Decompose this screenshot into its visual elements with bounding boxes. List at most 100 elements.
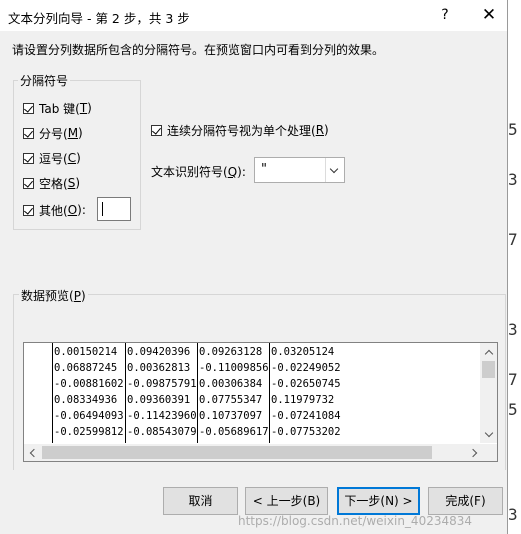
mnemonic: M bbox=[67, 126, 79, 140]
mnemonic: C bbox=[67, 151, 77, 165]
checkbox-box[interactable] bbox=[23, 102, 34, 114]
scroll-thumb[interactable] bbox=[42, 446, 432, 459]
mnemonic: Q bbox=[227, 165, 238, 179]
scroll-thumb[interactable] bbox=[482, 361, 495, 378]
help-icon[interactable]: ? bbox=[434, 4, 456, 26]
scroll-left-icon[interactable] bbox=[24, 444, 41, 461]
preview-cell: 0.07755347 bbox=[199, 394, 263, 406]
checkbox-label-suffix: ): bbox=[77, 203, 86, 217]
other-checkbox[interactable]: 其他(O): bbox=[23, 202, 86, 218]
preview-grid: 0.00150214 0.09420396 0.09263128 0.03205124… bbox=[24, 343, 483, 443]
checkbox-label-suffix: ) bbox=[76, 151, 81, 165]
mnemonic: T bbox=[79, 101, 88, 115]
close-icon[interactable]: ✕ bbox=[478, 4, 500, 26]
space-checkbox[interactable]: 空格(S) bbox=[23, 175, 80, 191]
horizontal-scrollbar[interactable] bbox=[24, 444, 483, 461]
checkbox-label-suffix: ) bbox=[324, 123, 329, 137]
preview-row: -0.06494093 -0.11423960 0.10737097 -0.07241… bbox=[24, 409, 483, 426]
consecutive-delimiters-checkbox[interactable]: 连续分隔符号视为单个处理(R) bbox=[151, 122, 329, 138]
preview-cell: -0.07753202 bbox=[271, 426, 341, 438]
preview-cell: -0.06494093 bbox=[54, 410, 124, 422]
comma-checkbox[interactable]: 逗号(C) bbox=[23, 150, 81, 166]
preview-label: 数据预览(P) bbox=[19, 287, 88, 304]
checkbox-box[interactable] bbox=[151, 124, 162, 136]
scrollbar-corner bbox=[480, 444, 497, 461]
preview-cell: 0.09360391 bbox=[127, 394, 191, 406]
watermark: https://blog.csdn.net/weixin_40234834 bbox=[238, 514, 473, 528]
checkbox-box[interactable] bbox=[23, 177, 34, 189]
label-text: 文本识别符号( bbox=[151, 165, 228, 179]
preview-cell: -0.05689617 bbox=[199, 426, 269, 438]
check-icon bbox=[24, 204, 33, 215]
other-delimiter-input[interactable] bbox=[97, 197, 131, 221]
checkbox-label-suffix: ) bbox=[75, 176, 80, 190]
preview-cell: -0.02599812 bbox=[54, 426, 124, 438]
preview-cell: 0.00150214 bbox=[54, 346, 118, 358]
text-caret bbox=[102, 202, 103, 216]
cancel-button[interactable]: 取消 bbox=[163, 487, 238, 515]
text-to-columns-dialog: 文本分列向导 - 第 2 步，共 3 步 ? ✕ 请设置分列数据所包含的分隔符号… bbox=[0, 0, 508, 534]
checkbox-box[interactable] bbox=[23, 204, 34, 216]
label-suffix: ): bbox=[237, 165, 246, 179]
preview-cell: -0.08543079 bbox=[127, 426, 197, 438]
preview-cell: 0.08334936 bbox=[54, 394, 118, 406]
semicolon-checkbox[interactable]: 分号(M) bbox=[23, 125, 83, 141]
check-icon bbox=[24, 177, 33, 188]
vertical-scrollbar[interactable] bbox=[480, 343, 497, 443]
preview-cell: -0.02249052 bbox=[271, 362, 341, 374]
checkbox-box[interactable] bbox=[23, 152, 34, 164]
sheet-glyph: 7 bbox=[508, 370, 518, 389]
mnemonic: O bbox=[67, 203, 78, 217]
checkbox-label: 其他( bbox=[39, 203, 68, 218]
preview-cell: 0.00306384 bbox=[199, 378, 263, 390]
title-bar: 文本分列向导 - 第 2 步，共 3 步 ? ✕ bbox=[0, 0, 507, 31]
data-preview-pane[interactable]: 0.00150214 0.09420396 0.09263128 0.03205124… bbox=[23, 342, 498, 462]
checkbox-label: 空格( bbox=[39, 176, 68, 191]
preview-cell: -0.11009856 bbox=[199, 362, 269, 374]
checkbox-label: 连续分隔符号视为单个处理( bbox=[167, 123, 316, 138]
check-icon bbox=[24, 152, 33, 163]
checkbox-label: 分号( bbox=[39, 126, 68, 141]
preview-cell: 0.11979732 bbox=[271, 394, 335, 406]
preview-cell: -0.07241084 bbox=[271, 410, 341, 422]
chevron-down-icon[interactable] bbox=[325, 158, 344, 182]
mnemonic: P bbox=[73, 289, 81, 303]
scroll-down-icon[interactable] bbox=[480, 426, 497, 443]
delimiters-group-label: 分隔符号 bbox=[18, 72, 71, 89]
sheet-glyph: 3 bbox=[508, 170, 518, 189]
preview-row: 0.08334936 0.09360391 0.07755347 0.11979732 bbox=[24, 393, 483, 410]
label-suffix: ) bbox=[80, 289, 86, 303]
preview-cell: -0.00881602 bbox=[54, 378, 124, 390]
preview-cell: 0.09263128 bbox=[199, 346, 263, 358]
preview-cell: -0.11423960 bbox=[127, 410, 197, 422]
preview-cell: 0.09420396 bbox=[127, 346, 191, 358]
back-button[interactable]: < 上一步(B) bbox=[245, 487, 328, 515]
preview-cell: -0.09875791 bbox=[127, 378, 197, 390]
check-icon bbox=[24, 127, 33, 138]
dialog-title: 文本分列向导 - 第 2 步，共 3 步 bbox=[8, 11, 190, 26]
text-qualifier-select[interactable]: " bbox=[254, 157, 345, 183]
preview-cell: -0.02650745 bbox=[271, 378, 341, 390]
checkbox-label: Tab 键( bbox=[39, 101, 80, 116]
preview-row: 0.06887245 0.00362813 -0.11009856 -0.022490… bbox=[24, 361, 483, 378]
check-icon bbox=[24, 102, 33, 113]
select-value: " bbox=[261, 162, 267, 177]
sheet-glyph: 3 bbox=[508, 505, 518, 524]
check-icon bbox=[152, 124, 161, 135]
finish-button[interactable]: 完成(F) bbox=[428, 487, 503, 515]
preview-row: 0.00150214 0.09420396 0.09263128 0.03205124 bbox=[24, 345, 483, 362]
sheet-glyph: 3 bbox=[508, 320, 518, 339]
sheet-glyph: 7 bbox=[508, 230, 518, 249]
tab-checkbox[interactable]: Tab 键(T) bbox=[23, 100, 92, 116]
next-button[interactable]: 下一步(N) > bbox=[337, 487, 420, 515]
checkbox-label-suffix: ) bbox=[87, 101, 92, 115]
text-qualifier-label: 文本识别符号(Q): bbox=[151, 163, 246, 180]
scroll-up-icon[interactable] bbox=[480, 343, 497, 360]
label-text: 数据预览( bbox=[21, 289, 74, 303]
checkbox-label: 逗号( bbox=[39, 151, 68, 166]
checkbox-box[interactable] bbox=[23, 127, 34, 139]
background-sheet: 5 3 7 3 7 5 3 bbox=[508, 0, 521, 534]
checkbox-label-suffix: ) bbox=[78, 126, 83, 140]
preview-row: -0.02599812 -0.08543079 -0.05689617 -0.0775… bbox=[24, 425, 483, 442]
mnemonic: S bbox=[67, 176, 76, 190]
